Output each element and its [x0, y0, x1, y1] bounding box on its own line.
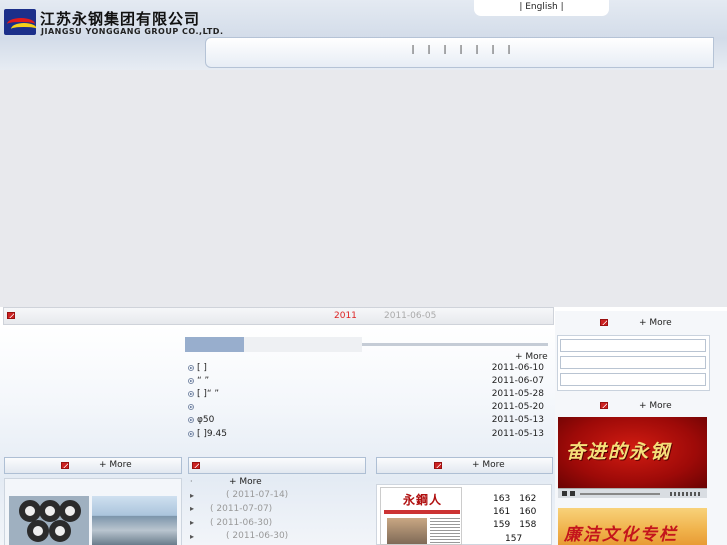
news-title[interactable]: [ ] [197, 363, 207, 373]
arrow-bullet-icon [188, 417, 194, 424]
news-date: 2011-05-20 [491, 402, 544, 413]
news-title[interactable]: [ ]“ ” [197, 389, 219, 399]
company-name-cn: 江苏永钢集团有限公司 [40, 10, 201, 28]
list-item[interactable]: 2011-05-20 [188, 401, 544, 414]
list-item[interactable]: ▸ ( 2011-07-14) [190, 489, 365, 503]
list-item[interactable]: [ ]9.45 2011-05-13 [188, 427, 544, 440]
news-list: [ ] 2011-06-10 “ ” 2011-06-07 [ ]“ ” 201… [188, 361, 544, 440]
main-nav: | | | | | | | [408, 45, 514, 57]
news-date: 2011-05-28 [491, 388, 544, 399]
news-title[interactable]: φ50 [197, 415, 214, 425]
right-link-slot-2[interactable] [560, 356, 706, 369]
news-title[interactable]: “ ” [197, 376, 209, 386]
section-icon [600, 319, 608, 326]
notice-year[interactable]: 2011 [334, 311, 357, 321]
list2-header [188, 457, 366, 474]
issue-link[interactable]: 163 [493, 494, 510, 504]
bullet-icon: ▸ [190, 518, 195, 528]
right-link-slot-3[interactable] [560, 373, 706, 386]
news-title[interactable]: [ ]9.45 [197, 429, 227, 439]
play-icon[interactable] [562, 491, 567, 496]
news-date: 2011-05-13 [491, 415, 544, 426]
nav-item[interactable]: | [472, 45, 482, 57]
news-tab-inactive[interactable] [244, 337, 362, 352]
section-icon [61, 462, 69, 469]
section-icon [434, 462, 442, 469]
issue-link[interactable]: 157 [505, 534, 522, 544]
notice-bar[interactable]: 2011 2011-06-05 [3, 307, 554, 325]
list-item[interactable]: ▸ ( 2011-06-30) [190, 516, 365, 530]
issue-link[interactable]: 158 [519, 520, 536, 530]
newspaper-header: + More [376, 457, 553, 474]
list-item-date: ( 2011-07-14) [226, 490, 289, 501]
notice-icon [7, 312, 15, 319]
bullet-icon: ▸ [190, 504, 195, 514]
nav-item[interactable]: | [440, 45, 450, 57]
newspaper-more-link[interactable]: + More [472, 460, 505, 470]
nav-item[interactable]: | [456, 45, 466, 57]
company-name-en: JIANGSU YONGGANG GROUP CO.,LTD. [41, 27, 224, 36]
list-item[interactable]: · + More [190, 475, 365, 489]
integrity-caption: 廉洁文化专栏 [564, 525, 678, 545]
newspaper-thumbnail[interactable]: 永鋼人 [380, 487, 462, 545]
integrity-culture-banner[interactable]: 廉洁文化专栏 [558, 508, 707, 545]
stop-icon[interactable] [570, 491, 575, 496]
volume-slider[interactable] [670, 492, 700, 496]
right-more-link-1[interactable]: + More [639, 318, 672, 328]
notice-date: 2011-06-05 [384, 311, 437, 321]
right-header-2: + More [559, 398, 709, 415]
product-image-rebar[interactable] [92, 496, 177, 545]
products-more-link[interactable]: + More [99, 460, 132, 470]
issue-link[interactable]: 162 [519, 494, 536, 504]
list-item[interactable]: ▸ ( 2011-06-30) [190, 529, 365, 543]
list-item[interactable]: [ ]“ ” 2011-05-28 [188, 387, 544, 400]
nav-item[interactable]: | [424, 45, 434, 57]
news-tab-active[interactable] [185, 337, 244, 352]
list-item[interactable]: [ ] 2011-06-10 [188, 361, 544, 374]
arrow-bullet-icon [188, 390, 194, 397]
issue-link[interactable]: 161 [493, 507, 510, 517]
list-item[interactable]: φ50 2011-05-13 [188, 414, 544, 427]
bullet-icon: ▸ [190, 531, 195, 541]
right-more-link-2[interactable]: + More [639, 401, 672, 411]
nav-item[interactable]: | [504, 45, 514, 57]
site-header: 江苏永钢集团有限公司 JIANGSU YONGGANG GROUP CO.,LT… [0, 0, 727, 70]
banner-area [0, 70, 727, 307]
company-logo[interactable] [4, 9, 36, 35]
bullet-icon: ▸ [190, 490, 195, 500]
right-link-slot-1[interactable] [560, 339, 706, 352]
list-item[interactable]: “ ” 2011-06-07 [188, 374, 544, 387]
newspaper-issues: 163 162 161 160 159 158 157 [493, 492, 543, 545]
section-icon [192, 462, 200, 469]
news-date: 2011-05-13 [491, 428, 544, 439]
tab-divider [362, 343, 548, 346]
list-item[interactable]: ▸ ( 2011-07-07) [190, 502, 365, 516]
right-header-1: + More [559, 315, 709, 332]
nav-item[interactable]: | [408, 45, 418, 57]
video-caption: 奋进的永钢 [566, 441, 672, 463]
news-date: 2011-06-07 [491, 375, 544, 386]
products-header: + More [4, 457, 182, 474]
issue-link[interactable]: 160 [519, 507, 536, 517]
section-icon [600, 402, 608, 409]
list-item-date: ( 2011-06-30) [226, 531, 289, 542]
product-image-coils[interactable] [9, 496, 89, 545]
issue-link[interactable]: 159 [493, 520, 510, 530]
english-link[interactable]: | English | [474, 0, 609, 16]
arrow-bullet-icon [188, 377, 194, 384]
newspaper-masthead: 永鋼人 [403, 493, 443, 507]
nav-item[interactable]: | [488, 45, 498, 57]
list-item-date: ( 2011-07-07) [210, 503, 273, 514]
list-item-date: ( 2011-06-30) [210, 517, 273, 528]
list2-more-link[interactable]: + More [229, 477, 262, 487]
video-player[interactable]: 奋进的永钢 [558, 417, 707, 488]
arrow-bullet-icon [188, 404, 194, 411]
bullet-icon: · [190, 477, 193, 487]
video-progress-bar[interactable] [580, 493, 660, 495]
news-date: 2011-06-10 [491, 362, 544, 373]
list2: · + More ▸ ( 2011-07-14) ▸ ( 2011-07-07)… [190, 475, 365, 543]
arrow-bullet-icon [188, 364, 194, 371]
arrow-bullet-icon [188, 430, 194, 437]
video-controls [558, 488, 707, 498]
